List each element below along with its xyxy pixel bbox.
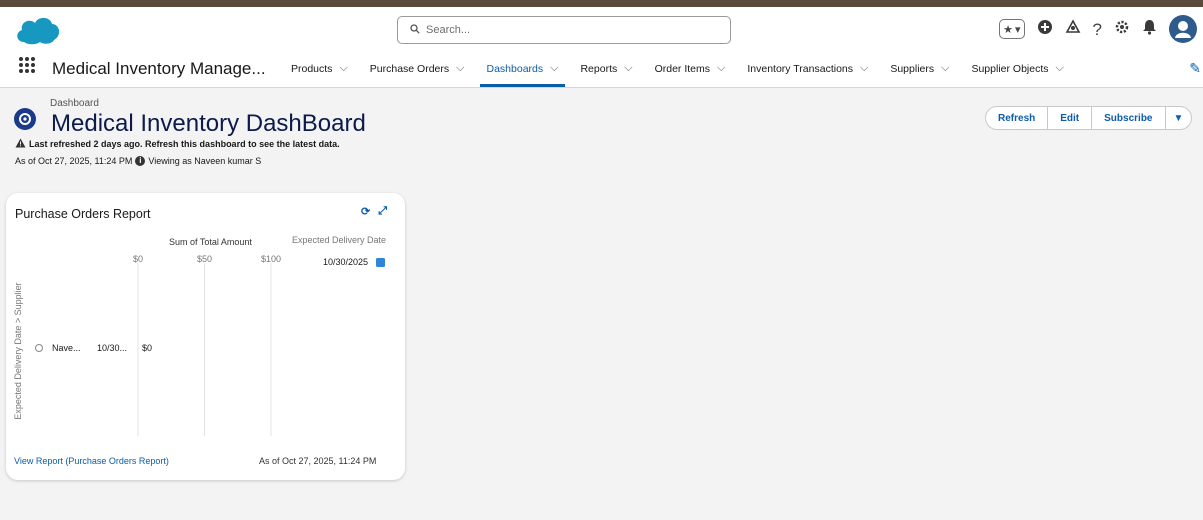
- header-utility-icons: ★ ▾ ?: [999, 15, 1197, 43]
- chevron-down-icon[interactable]: ⌵: [717, 62, 725, 75]
- chevron-down-icon[interactable]: ⌵: [550, 62, 558, 75]
- x-tick-label: $100: [261, 254, 281, 264]
- tab-label: Order Items: [654, 62, 711, 75]
- favorites-button[interactable]: ★ ▾: [999, 19, 1025, 39]
- nav-tabs: Products ⌵ Purchase Orders ⌵ Dashboards ⌵ R…: [280, 53, 1075, 88]
- tab-order-items[interactable]: Order Items ⌵: [644, 53, 737, 84]
- app-navigation-bar: Medical Inventory Manage... Products ⌵ Pu…: [0, 53, 1203, 88]
- chevron-down-icon[interactable]: ⌵: [456, 62, 464, 75]
- tab-label: Purchase Orders: [369, 62, 450, 75]
- page-eyebrow: Dashboard: [50, 98, 99, 109]
- tab-suppliers[interactable]: Suppliers ⌵: [879, 53, 960, 84]
- edit-nav-pencil-icon[interactable]: ✎: [1189, 60, 1201, 77]
- tab-reports[interactable]: Reports ⌵: [569, 53, 643, 84]
- bar-value-label: $0: [142, 343, 152, 353]
- legend-label: 10/30/2025: [323, 257, 368, 267]
- as-of-line: As of Oct 27, 2025, 11:24 PM i Viewing a…: [15, 156, 261, 166]
- chevron-down-icon: ▼: [1173, 112, 1184, 124]
- chevron-down-icon[interactable]: ⌵: [624, 62, 632, 75]
- viewing-as-text: Viewing as Naveen kumar S: [148, 156, 262, 166]
- page-title: Medical Inventory DashBoard: [51, 110, 366, 137]
- salesforce-logo-icon[interactable]: [14, 14, 62, 51]
- tab-supplier-objects[interactable]: Supplier Objects ⌵: [960, 53, 1074, 84]
- card-as-of: As of Oct 27, 2025, 11:24 PM: [259, 456, 377, 466]
- chevron-down-icon[interactable]: ⌵: [1056, 62, 1064, 75]
- x-tick-label: $0: [133, 254, 143, 264]
- view-report-link[interactable]: View Report (Purchase Orders Report): [14, 456, 169, 466]
- as-of-text: As of Oct 27, 2025, 11:24 PM: [15, 156, 133, 166]
- add-icon[interactable]: [1037, 19, 1053, 39]
- trailhead-icon[interactable]: [1065, 19, 1081, 39]
- tab-purchase-orders[interactable]: Purchase Orders ⌵: [359, 53, 476, 84]
- tab-label: Supplier Objects: [971, 62, 1049, 75]
- legend-swatch: [376, 258, 385, 267]
- dashboard-icon: [14, 108, 36, 130]
- x-tick-label: $50: [197, 254, 212, 264]
- chevron-down-icon[interactable]: ⌵: [339, 62, 347, 75]
- app-name: Medical Inventory Manage...: [52, 59, 266, 78]
- subscribe-button[interactable]: Subscribe: [1092, 107, 1166, 129]
- chevron-down-icon[interactable]: ⌵: [860, 62, 868, 75]
- global-header: Search... ★ ▾ ?: [0, 7, 1203, 53]
- x-axis-title: Sum of Total Amount: [169, 237, 252, 247]
- warning-icon: [15, 138, 26, 150]
- notifications-bell-icon[interactable]: [1142, 19, 1157, 39]
- top-stripe: [0, 0, 1203, 7]
- tab-label: Reports: [580, 62, 618, 75]
- tab-label: Products: [291, 62, 333, 75]
- purchase-orders-chart: Sum of Total Amount $0 $50 $100 Expected Del…: [13, 235, 386, 436]
- edit-button[interactable]: Edit: [1048, 107, 1093, 129]
- purchase-orders-report-card: Purchase Orders Report ⟳ ⤢ Sum of Total …: [6, 193, 405, 480]
- tab-dashboards[interactable]: Dashboards ⌵: [476, 53, 570, 87]
- info-icon[interactable]: i: [135, 156, 146, 166]
- tab-inventory-transactions[interactable]: Inventory Transactions ⌵: [736, 53, 879, 84]
- setup-gear-icon[interactable]: [1114, 19, 1130, 39]
- tab-label: Dashboards: [486, 62, 544, 75]
- search-placeholder: Search...: [426, 24, 471, 36]
- global-search-input[interactable]: Search...: [397, 16, 731, 44]
- search-icon: [410, 23, 420, 37]
- tab-label: Inventory Transactions: [747, 62, 853, 75]
- tab-products[interactable]: Products ⌵: [280, 53, 359, 84]
- app-launcher-icon[interactable]: [19, 57, 35, 73]
- favorites-dropdown-icon[interactable]: ▾: [1015, 23, 1021, 36]
- refresh-warning-text: Last refreshed 2 days ago. Refresh this …: [29, 139, 340, 149]
- refresh-warning: Last refreshed 2 days ago. Refresh this …: [15, 138, 340, 150]
- dashboard-action-buttons: Refresh Edit Subscribe ▼: [985, 106, 1193, 130]
- help-icon[interactable]: ?: [1093, 21, 1102, 38]
- date-row-label: 10/30...: [97, 343, 127, 353]
- collapse-group-icon: [35, 344, 43, 352]
- supplier-row-label: Nave...: [52, 343, 81, 353]
- legend-title: Expected Delivery Date: [292, 235, 386, 245]
- refresh-button[interactable]: Refresh: [986, 107, 1049, 129]
- more-actions-button[interactable]: ▼: [1166, 107, 1192, 129]
- chevron-down-icon[interactable]: ⌵: [941, 62, 949, 75]
- y-axis-title: Expected Delivery Date > Supplier: [13, 282, 23, 419]
- favorites-star-icon[interactable]: ★: [1003, 23, 1013, 36]
- tab-label: Suppliers: [890, 62, 935, 75]
- avatar[interactable]: [1169, 15, 1197, 43]
